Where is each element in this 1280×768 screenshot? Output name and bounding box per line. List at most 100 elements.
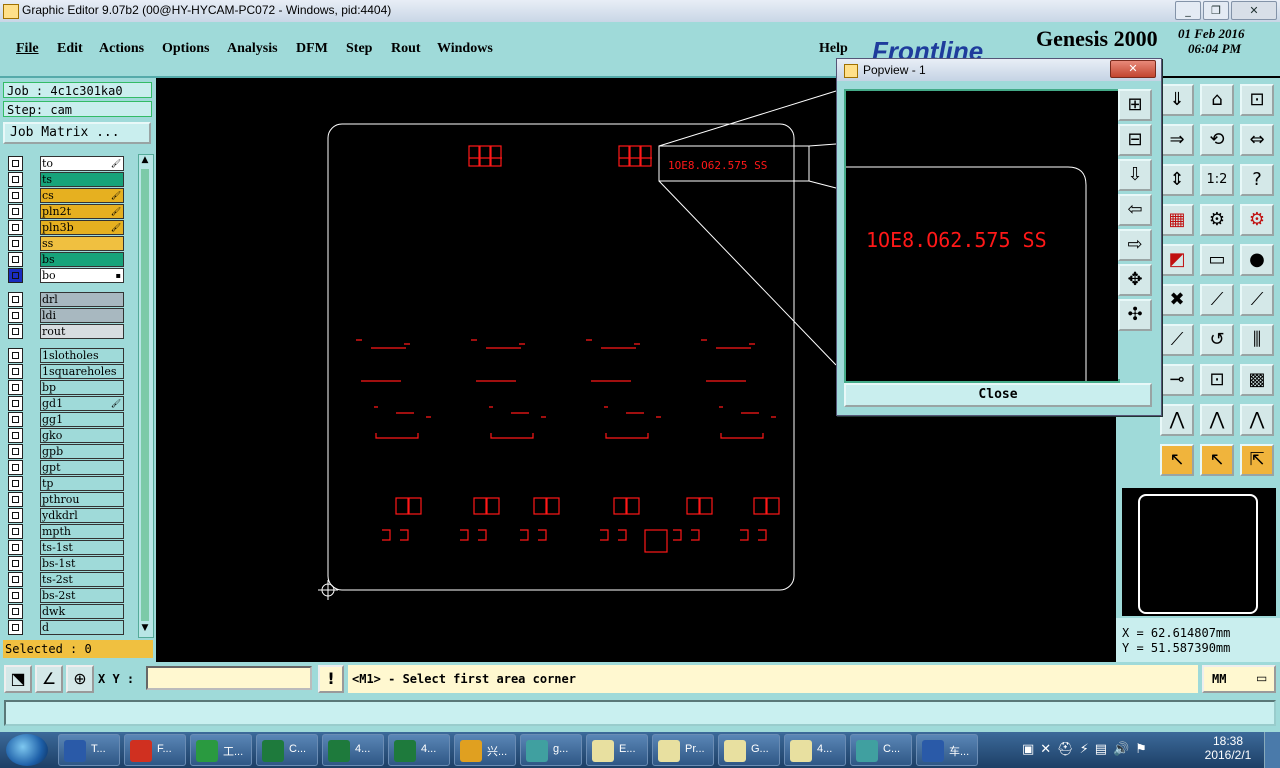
layer-row-bs-1st[interactable]: bs-1st [8,556,124,571]
menu-file[interactable]: File [16,41,39,57]
cross-icon[interactable]: ▩ [1240,364,1274,396]
popview-pan-down-icon[interactable]: ⇩ [1118,159,1152,191]
clock[interactable]: 18:38 2016/2/1 [1196,734,1260,762]
taskbar-item[interactable]: 车... [916,734,978,766]
move-icon[interactable]: ⟋ [1240,284,1274,316]
layer-row-gpt[interactable]: gpt [8,460,124,475]
layer-checkbox[interactable] [8,524,23,539]
layer-checkbox[interactable] [8,556,23,571]
layer-checkbox[interactable] [8,428,23,443]
layer-name-cell[interactable]: to 🖌 [40,156,124,171]
layer-name-cell[interactable]: d [40,620,124,635]
layer-name-cell[interactable]: pln3b 🖌 [40,220,124,235]
layer-row-gko[interactable]: gko [8,428,124,443]
layer-row-ydkdrl[interactable]: ydkdrl [8,508,124,523]
layer-checkbox[interactable] [8,460,23,475]
layer-row-gpb[interactable]: gpb [8,444,124,459]
layer-checkbox[interactable] [8,268,23,283]
arc-icon[interactable]: ↺ [1200,324,1234,356]
layer-row-bp[interactable]: bp [8,380,124,395]
layer-checkbox[interactable] [8,156,23,171]
route-icon[interactable]: ⇱ [1240,444,1274,476]
popview-zoom-in-icon[interactable]: ⊞ [1118,89,1152,121]
layer-name-cell[interactable]: gg1 [40,412,124,427]
layer-checkbox[interactable] [8,508,23,523]
layer-name-cell[interactable]: cs 🖌 [40,188,124,203]
scroll-up-icon[interactable]: ▲ [139,155,151,167]
layer-row-pthrou[interactable]: pthrou [8,492,124,507]
select-3-icon[interactable]: ↖ [1200,444,1234,476]
layer-checkbox[interactable] [8,572,23,587]
taskbar-item[interactable]: C... [256,734,318,766]
layer-row-bs[interactable]: bs [8,252,124,267]
snap-icon[interactable]: ? [1240,164,1274,196]
layer-checkbox[interactable] [8,588,23,603]
taskbar-item[interactable]: 4... [388,734,450,766]
layer-row-mpth[interactable]: mpth [8,524,124,539]
layer-name-cell[interactable]: pthrou [40,492,124,507]
layer-checkbox[interactable] [8,476,23,491]
layer-row-drl[interactable]: drl [8,292,124,307]
taskbar-item[interactable]: g... [520,734,582,766]
select-2-icon[interactable]: ↖ [1160,444,1194,476]
layer-name-cell[interactable]: drl [40,292,124,307]
scroll-thumb[interactable] [141,169,149,621]
layer-row-ts-1st[interactable]: ts-1st [8,540,124,555]
layer-row-pln2t[interactable]: pln2t 🖌 [8,204,124,219]
edge-icon[interactable]: ⫼ [1240,324,1274,356]
popview-center-icon[interactable]: ✣ [1118,299,1152,331]
scroll-down-icon[interactable]: ▼ [139,623,151,635]
layer-name-cell[interactable]: bp [40,380,124,395]
popview-close-button[interactable]: Close [844,383,1152,407]
menu-options[interactable]: Options [162,41,209,57]
taskbar-item[interactable]: E... [586,734,648,766]
arc-feature-icon[interactable]: ⋀ [1200,404,1234,436]
delete-icon[interactable]: ⟋ [1200,284,1234,316]
menu-edit[interactable]: Edit [57,41,83,57]
zoom-home-icon[interactable]: ⇓ [1160,84,1194,116]
layer-name-cell[interactable]: 1squareholes [40,364,124,379]
net-view-icon[interactable]: ⚙ [1240,204,1274,236]
help-icon[interactable]: ⇕ [1160,164,1194,196]
layer-name-cell[interactable]: ldi [40,308,124,323]
layer-checkbox[interactable] [8,604,23,619]
layer-row-dwk[interactable]: dwk [8,604,124,619]
layer-name-cell[interactable]: 1slotholes [40,348,124,363]
taskbar-item[interactable]: 4... [784,734,846,766]
layer-name-cell[interactable]: mpth [40,524,124,539]
layer-row-bo[interactable]: bo ▪ [8,268,124,283]
layer-name-cell[interactable]: bs [40,252,124,267]
minimap-view[interactable] [1122,488,1276,616]
layer-row-ldi[interactable]: ldi [8,308,124,323]
line-tool-icon[interactable]: ▭ [1200,244,1234,276]
layer-name-cell[interactable]: ts [40,172,124,187]
minimap-panel[interactable] [1116,488,1280,618]
layer-checkbox[interactable] [8,620,23,635]
layer-row-gd1[interactable]: gd1 🖌 [8,396,124,411]
menu-actions[interactable]: Actions [99,41,144,57]
redraw-icon[interactable]: ⇒ [1160,124,1194,156]
layer-checkbox[interactable] [8,188,23,203]
layer-name-cell[interactable]: ts-1st [40,540,124,555]
layer-checkbox[interactable] [8,236,23,251]
layer-name-cell[interactable]: bs-1st [40,556,124,571]
menu-analysis[interactable]: Analysis [227,41,278,57]
layer-name-cell[interactable]: rout [40,324,124,339]
units-select[interactable]: MM ▭ [1202,665,1276,693]
layer-name-cell[interactable]: bo ▪ [40,268,124,283]
grid-snap-icon[interactable]: ⊕ [66,665,94,693]
layer-row-tp[interactable]: tp [8,476,124,491]
measure-icon[interactable]: ⟲ [1200,124,1234,156]
layer-row-rout[interactable]: rout [8,324,124,339]
layer-name-cell[interactable]: pln2t 🖌 [40,204,124,219]
layer-checkbox[interactable] [8,412,23,427]
layer-view-icon[interactable]: ⊡ [1240,84,1274,116]
layer-checkbox[interactable] [8,252,23,267]
maximize-button[interactable]: ❐ [1203,1,1229,20]
start-button-icon[interactable] [6,734,48,766]
layer-checkbox[interactable] [8,380,23,395]
taskbar-item[interactable]: G... [718,734,780,766]
layer-name-cell[interactable]: ts-2st [40,572,124,587]
taskbar-item[interactable]: 工... [190,734,252,766]
layer-checkbox[interactable] [8,364,23,379]
